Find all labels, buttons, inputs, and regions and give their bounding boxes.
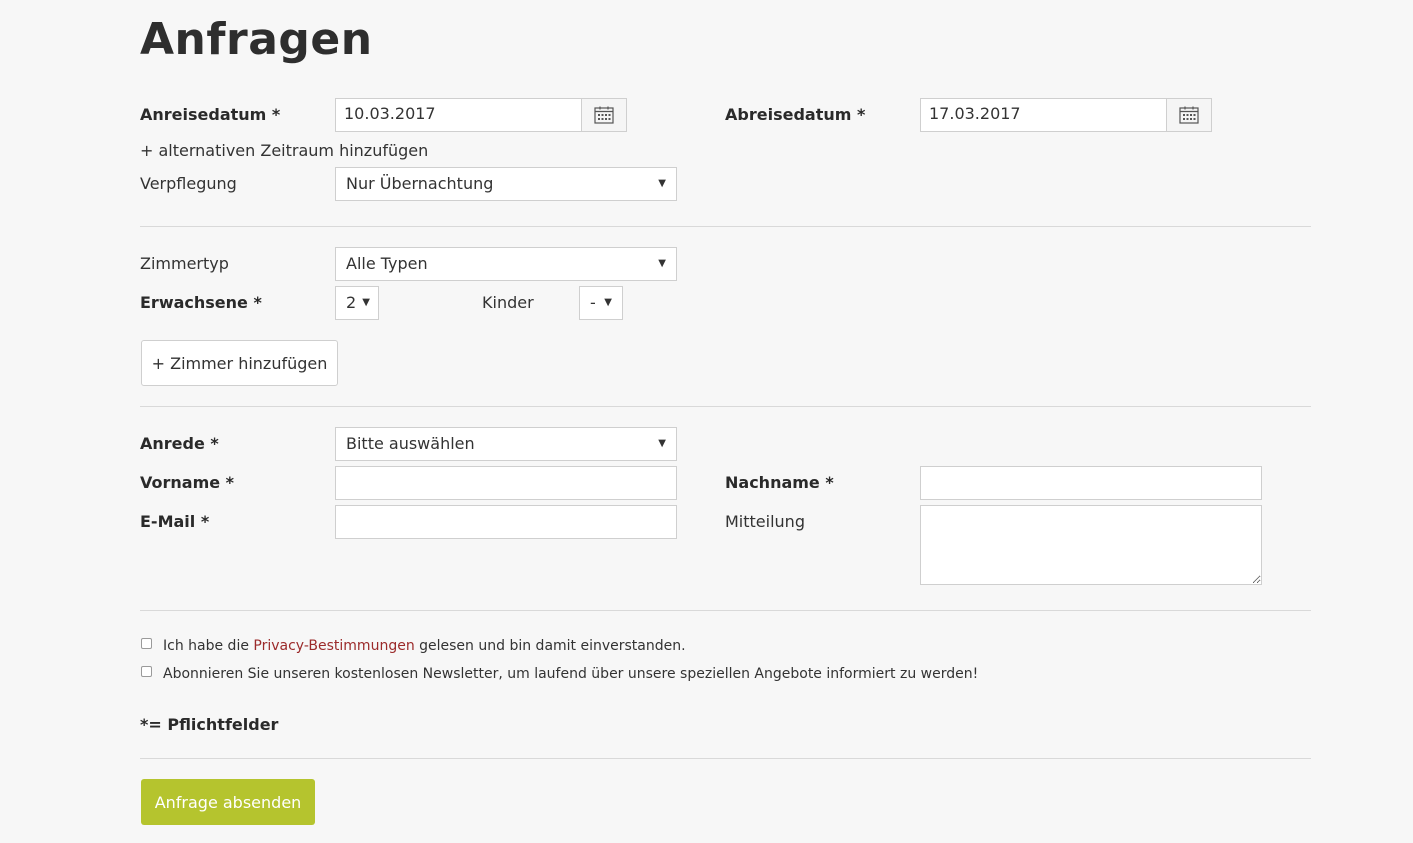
- dropdown-arrow-icon: ▼: [362, 297, 370, 308]
- dropdown-arrow-icon: ▼: [604, 297, 612, 308]
- arrival-date-field[interactable]: 10.03.2017: [335, 98, 627, 132]
- dropdown-arrow-icon: ▼: [658, 258, 666, 269]
- departure-date-field[interactable]: 17.03.2017: [920, 98, 1212, 132]
- section-divider: [140, 610, 1311, 611]
- email-input[interactable]: [346, 506, 666, 538]
- privacy-text: Ich habe die Privacy-Bestimmungen gelese…: [163, 637, 686, 655]
- privacy-link[interactable]: Privacy-Bestimmungen: [253, 638, 414, 654]
- last-name-label: Nachname *: [725, 473, 834, 492]
- section-divider: [140, 226, 1311, 227]
- first-name-label: Vorname *: [140, 473, 235, 492]
- salutation-label: Anrede *: [140, 434, 219, 453]
- adults-select[interactable]: 2 ▼: [335, 286, 379, 320]
- adults-selected-value: 2: [346, 293, 357, 312]
- room-type-select[interactable]: Alle Typen ▼: [335, 247, 677, 281]
- dropdown-arrow-icon: ▼: [658, 178, 666, 189]
- newsletter-text: Abonnieren Sie unseren kostenlosen Newsl…: [163, 666, 979, 682]
- newsletter-checkbox[interactable]: [141, 666, 152, 677]
- last-name-field[interactable]: [920, 466, 1262, 500]
- required-fields-note: *= Pflichtfelder: [140, 715, 279, 734]
- board-label: Verpflegung: [140, 174, 237, 193]
- departure-label: Abreisedatum *: [725, 105, 866, 124]
- section-divider: [140, 406, 1311, 407]
- children-label: Kinder: [482, 293, 534, 312]
- board-selected-value: Nur Übernachtung: [346, 174, 494, 193]
- first-name-input[interactable]: [346, 467, 666, 499]
- privacy-checkbox[interactable]: [141, 638, 152, 649]
- add-alternative-period-link[interactable]: + alternativen Zeitraum hinzufügen: [140, 141, 428, 161]
- arrival-date-value[interactable]: 10.03.2017: [336, 99, 581, 131]
- add-room-button[interactable]: + Zimmer hinzufügen: [141, 340, 338, 386]
- calendar-icon[interactable]: [1166, 99, 1211, 131]
- dropdown-arrow-icon: ▼: [658, 438, 666, 449]
- adults-label: Erwachsene *: [140, 293, 262, 312]
- page-title: Anfragen: [140, 14, 373, 65]
- room-type-label: Zimmertyp: [140, 254, 229, 273]
- calendar-icon[interactable]: [581, 99, 626, 131]
- message-textarea[interactable]: [920, 505, 1262, 585]
- email-label: E-Mail *: [140, 512, 210, 531]
- last-name-input[interactable]: [931, 467, 1251, 499]
- children-selected-value: -: [590, 293, 596, 312]
- first-name-field[interactable]: [335, 466, 677, 500]
- email-field[interactable]: [335, 505, 677, 539]
- privacy-text-prefix: Ich habe die: [163, 638, 254, 654]
- section-divider: [140, 758, 1311, 759]
- salutation-selected-value: Bitte auswählen: [346, 434, 475, 453]
- arrival-label: Anreisedatum *: [140, 105, 281, 124]
- message-label: Mitteilung: [725, 512, 805, 531]
- departure-date-value[interactable]: 17.03.2017: [921, 99, 1166, 131]
- submit-button[interactable]: Anfrage absenden: [141, 779, 315, 825]
- room-type-selected-value: Alle Typen: [346, 254, 428, 273]
- children-select[interactable]: - ▼: [579, 286, 623, 320]
- board-select[interactable]: Nur Übernachtung ▼: [335, 167, 677, 201]
- privacy-text-suffix: gelesen und bin damit einverstanden.: [414, 638, 686, 654]
- salutation-select[interactable]: Bitte auswählen ▼: [335, 427, 677, 461]
